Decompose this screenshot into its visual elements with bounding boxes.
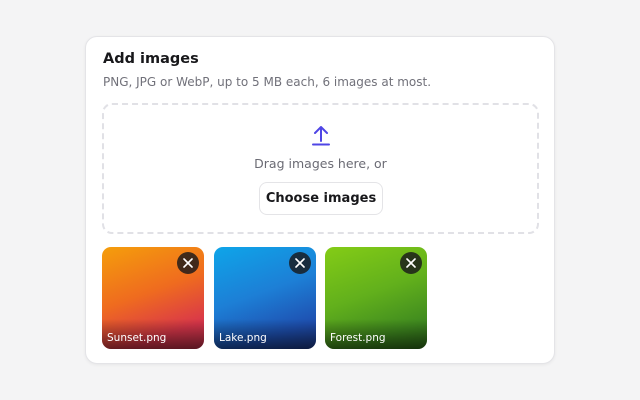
image-thumbnails: Sunset.png Lake.png Forest.png [102,247,542,349]
image-upload-card: Add images PNG, JPG or WebP, up to 5 MB … [85,36,555,364]
close-icon [183,258,193,268]
thumbnail-filename: Forest.png [330,332,386,344]
image-thumbnail: Sunset.png [102,247,204,349]
choose-images-button[interactable]: Choose images [259,182,383,215]
remove-image-button[interactable] [289,252,311,274]
upload-hint: PNG, JPG or WebP, up to 5 MB each, 6 ima… [103,75,432,89]
remove-image-button[interactable] [400,252,422,274]
close-icon [295,258,305,268]
drop-zone[interactable]: Drag images here, or Choose images [102,103,539,234]
thumbnail-filename: Sunset.png [107,332,167,344]
card-title: Add images [103,51,199,67]
image-thumbnail: Forest.png [325,247,427,349]
close-icon [406,258,416,268]
upload-icon [311,124,331,146]
thumbnail-filename: Lake.png [219,332,267,344]
image-thumbnail: Lake.png [214,247,316,349]
drag-instruction: Drag images here, or [254,156,387,171]
remove-image-button[interactable] [177,252,199,274]
